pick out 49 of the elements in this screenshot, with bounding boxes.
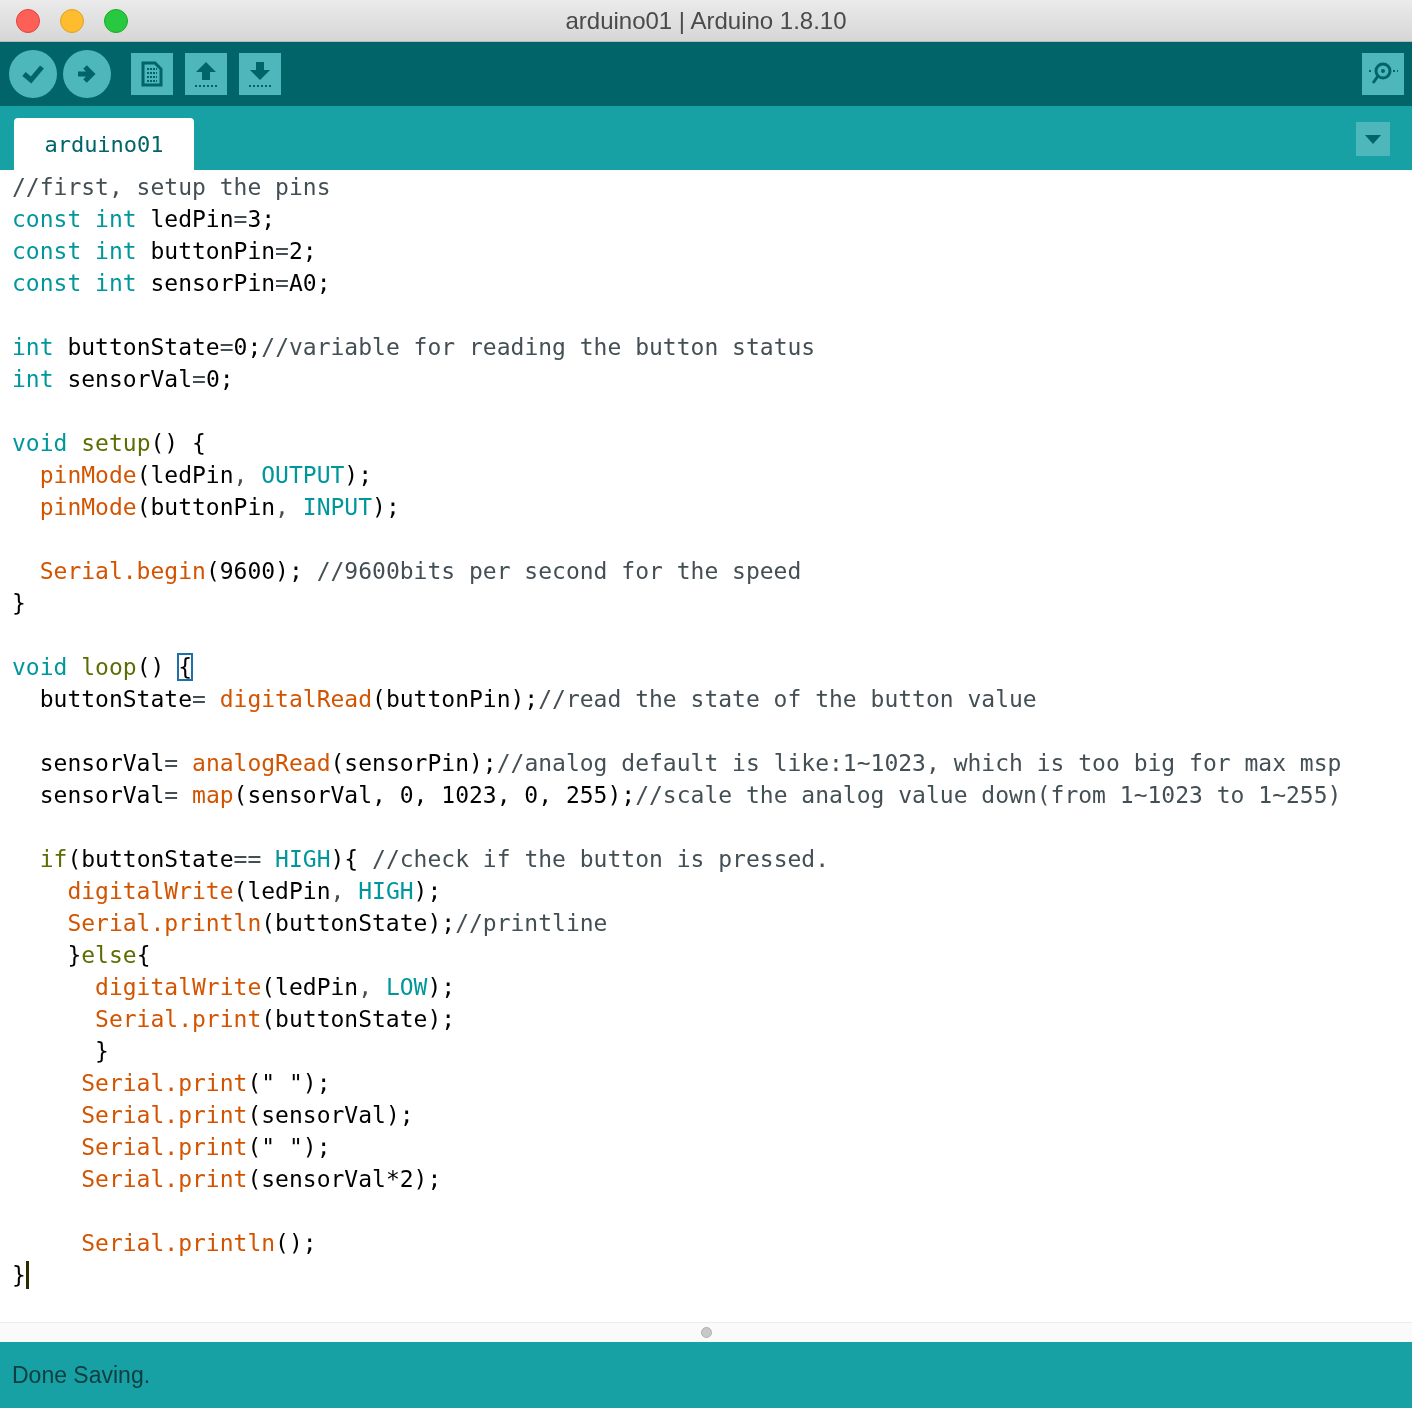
code-line: Serial.print(buttonState); xyxy=(94,1005,456,1034)
code-line: void loop() { xyxy=(12,653,193,682)
code-line: Serial.println(buttonState);//printline xyxy=(66,909,608,938)
code-line: int sensorVal=0; xyxy=(12,365,234,394)
code-line: Serial.begin(9600); //9600bits per second for the speed xyxy=(38,557,802,586)
verify-button[interactable] xyxy=(9,50,57,98)
code-line: digitalWrite(ledPin, LOW); xyxy=(94,973,456,1002)
code-line: digitalWrite(ledPin, HIGH); xyxy=(66,877,442,906)
splitter-handle[interactable] xyxy=(700,1327,712,1338)
code-line: Serial.print(sensorVal*2); xyxy=(80,1165,442,1194)
code-line: } xyxy=(12,589,26,618)
text-cursor xyxy=(25,1261,29,1289)
status-message: Done Saving. xyxy=(12,1360,151,1390)
save-button[interactable] xyxy=(239,53,281,95)
down-arrow-icon xyxy=(247,60,273,88)
code-line: if(buttonState== HIGH){ //check if the button is pressed. xyxy=(38,845,830,874)
code-line: Serial.print(" "); xyxy=(80,1133,331,1162)
code-line: pinMode(ledPin, OUTPUT); xyxy=(38,461,373,490)
document-icon xyxy=(141,61,163,87)
upload-button[interactable] xyxy=(63,50,111,98)
code-line: } xyxy=(94,1037,109,1066)
code-line: } xyxy=(12,1261,26,1290)
new-button[interactable] xyxy=(131,53,173,95)
code-line: sensorVal= analogRead(sensorPin);//analog default is like:1~1023, which is too big for max msp xyxy=(38,749,1342,778)
code-line: }else{ xyxy=(66,941,151,970)
code-line: Serial.print(sensorVal); xyxy=(80,1101,414,1130)
close-icon[interactable] xyxy=(16,8,40,33)
up-arrow-icon xyxy=(193,60,219,88)
code-line: //first, setup the pins xyxy=(12,173,331,202)
code-line: const int sensorPin=A0; xyxy=(12,269,331,298)
code-line: pinMode(buttonPin, INPUT); xyxy=(38,493,400,522)
check-icon xyxy=(21,64,45,84)
sketch-tab[interactable]: arduino01 xyxy=(14,118,194,170)
minimize-icon[interactable] xyxy=(60,8,84,33)
right-arrow-icon xyxy=(76,64,98,84)
code-line: const int buttonPin=2; xyxy=(12,237,317,266)
open-button[interactable] xyxy=(185,53,227,95)
serial-monitor-button[interactable] xyxy=(1362,53,1404,95)
tab-menu-button[interactable] xyxy=(1356,122,1390,156)
code-line: Serial.println(); xyxy=(80,1229,317,1258)
window-title: arduino01 | Arduino 1.8.10 xyxy=(565,5,847,36)
code-line: int buttonState=0;//variable for reading the button status xyxy=(12,333,816,362)
caret-down-icon xyxy=(1365,134,1381,144)
code-line: sensorVal= map(sensorVal, 0, 1023, 0, 255);//scale the analog value down(from 1~1023 to 1~255) xyxy=(38,781,1342,810)
code-line: buttonState= digitalRead(buttonPin);//read the state of the button value xyxy=(38,685,1037,714)
code-line: const int ledPin=3; xyxy=(12,205,276,234)
zoom-icon[interactable] xyxy=(104,8,128,33)
code-line: void setup() { xyxy=(12,429,206,458)
code-line: Serial.print(" "); xyxy=(80,1069,331,1098)
